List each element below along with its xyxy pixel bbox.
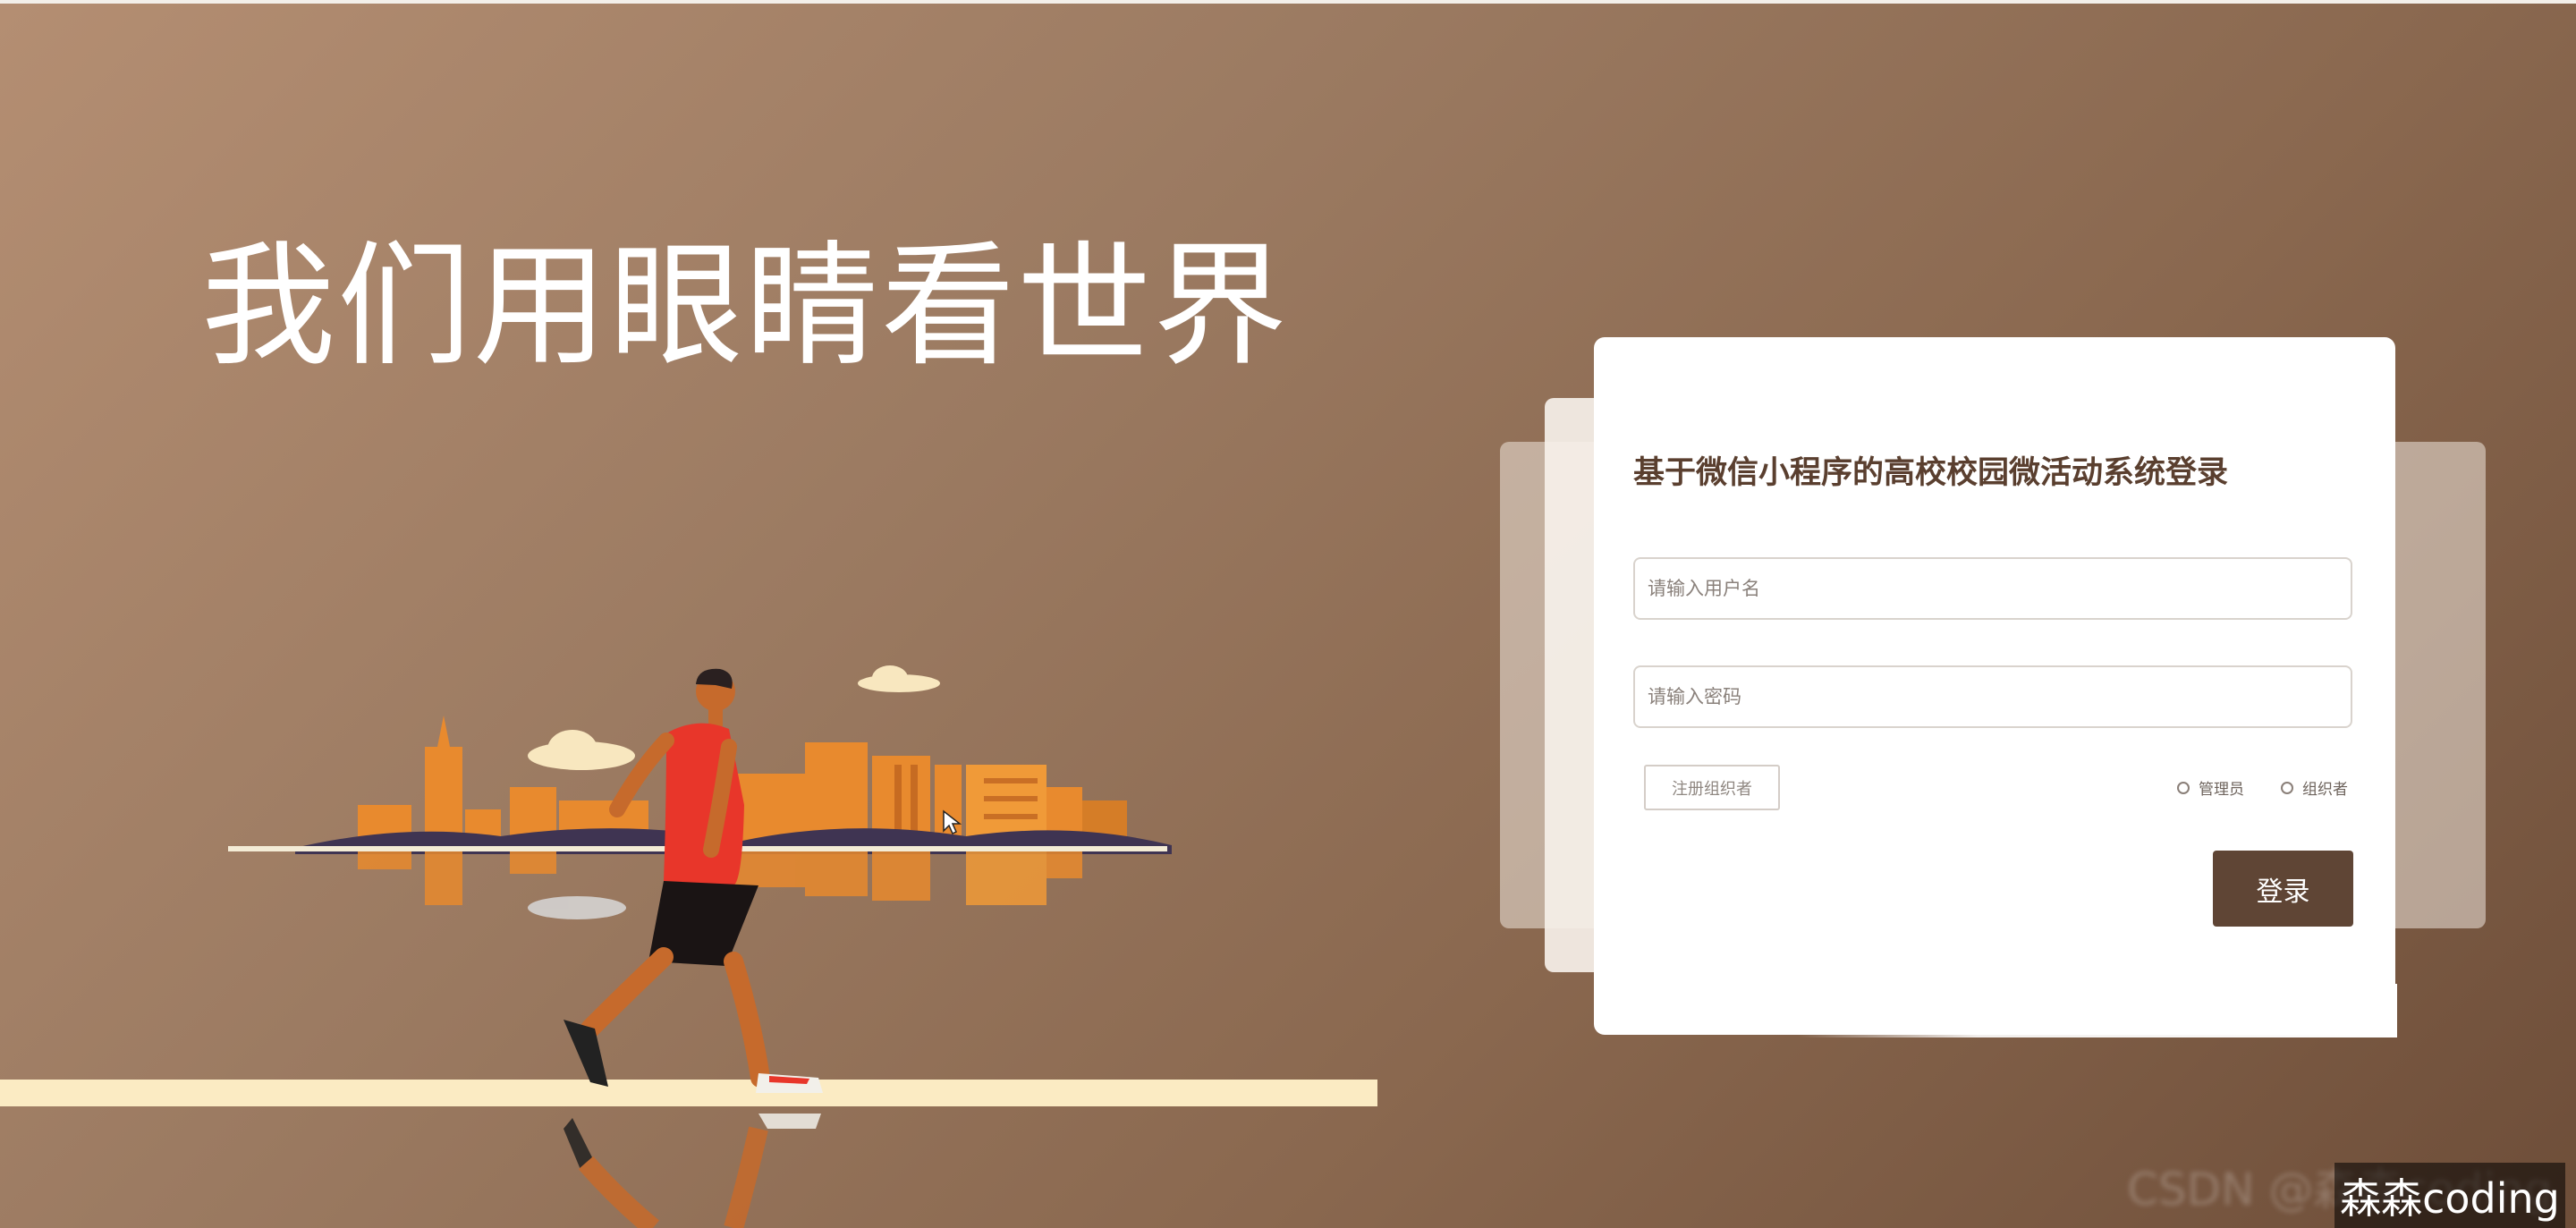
illustration-svg — [0, 665, 1377, 1228]
role-option-organizer[interactable]: 组织者 — [2281, 776, 2348, 799]
login-page: 我们用眼睛看世界 基于微信小程序的高校校园微活动系统登录 请输入用户名 注册组织… — [0, 0, 2576, 1228]
radio-icon[interactable] — [2177, 781, 2190, 794]
login-button[interactable]: 登录 — [2213, 851, 2353, 927]
runner-cityscape-illustration — [0, 626, 1395, 1228]
role-label-organizer: 组织者 — [2302, 781, 2348, 799]
register-organizer-button[interactable]: 注册组织者 — [1644, 765, 1780, 810]
card-smudge — [1798, 984, 2397, 1037]
radio-icon[interactable] — [2281, 781, 2293, 794]
password-input[interactable] — [1633, 665, 2352, 728]
role-option-admin[interactable]: 管理员 — [2177, 776, 2244, 799]
hero-slogan: 我们用眼睛看世界 — [201, 229, 1290, 385]
watermark: 森森coding — [2334, 1163, 2565, 1228]
login-title: 基于微信小程序的高校校园微活动系统登录 — [1633, 455, 2229, 491]
mouse-cursor-icon — [943, 809, 962, 835]
username-input[interactable] — [1633, 557, 2352, 620]
role-label-admin: 管理员 — [2199, 781, 2244, 799]
top-border — [0, 0, 2576, 4]
ground-strip — [0, 1080, 1377, 1106]
